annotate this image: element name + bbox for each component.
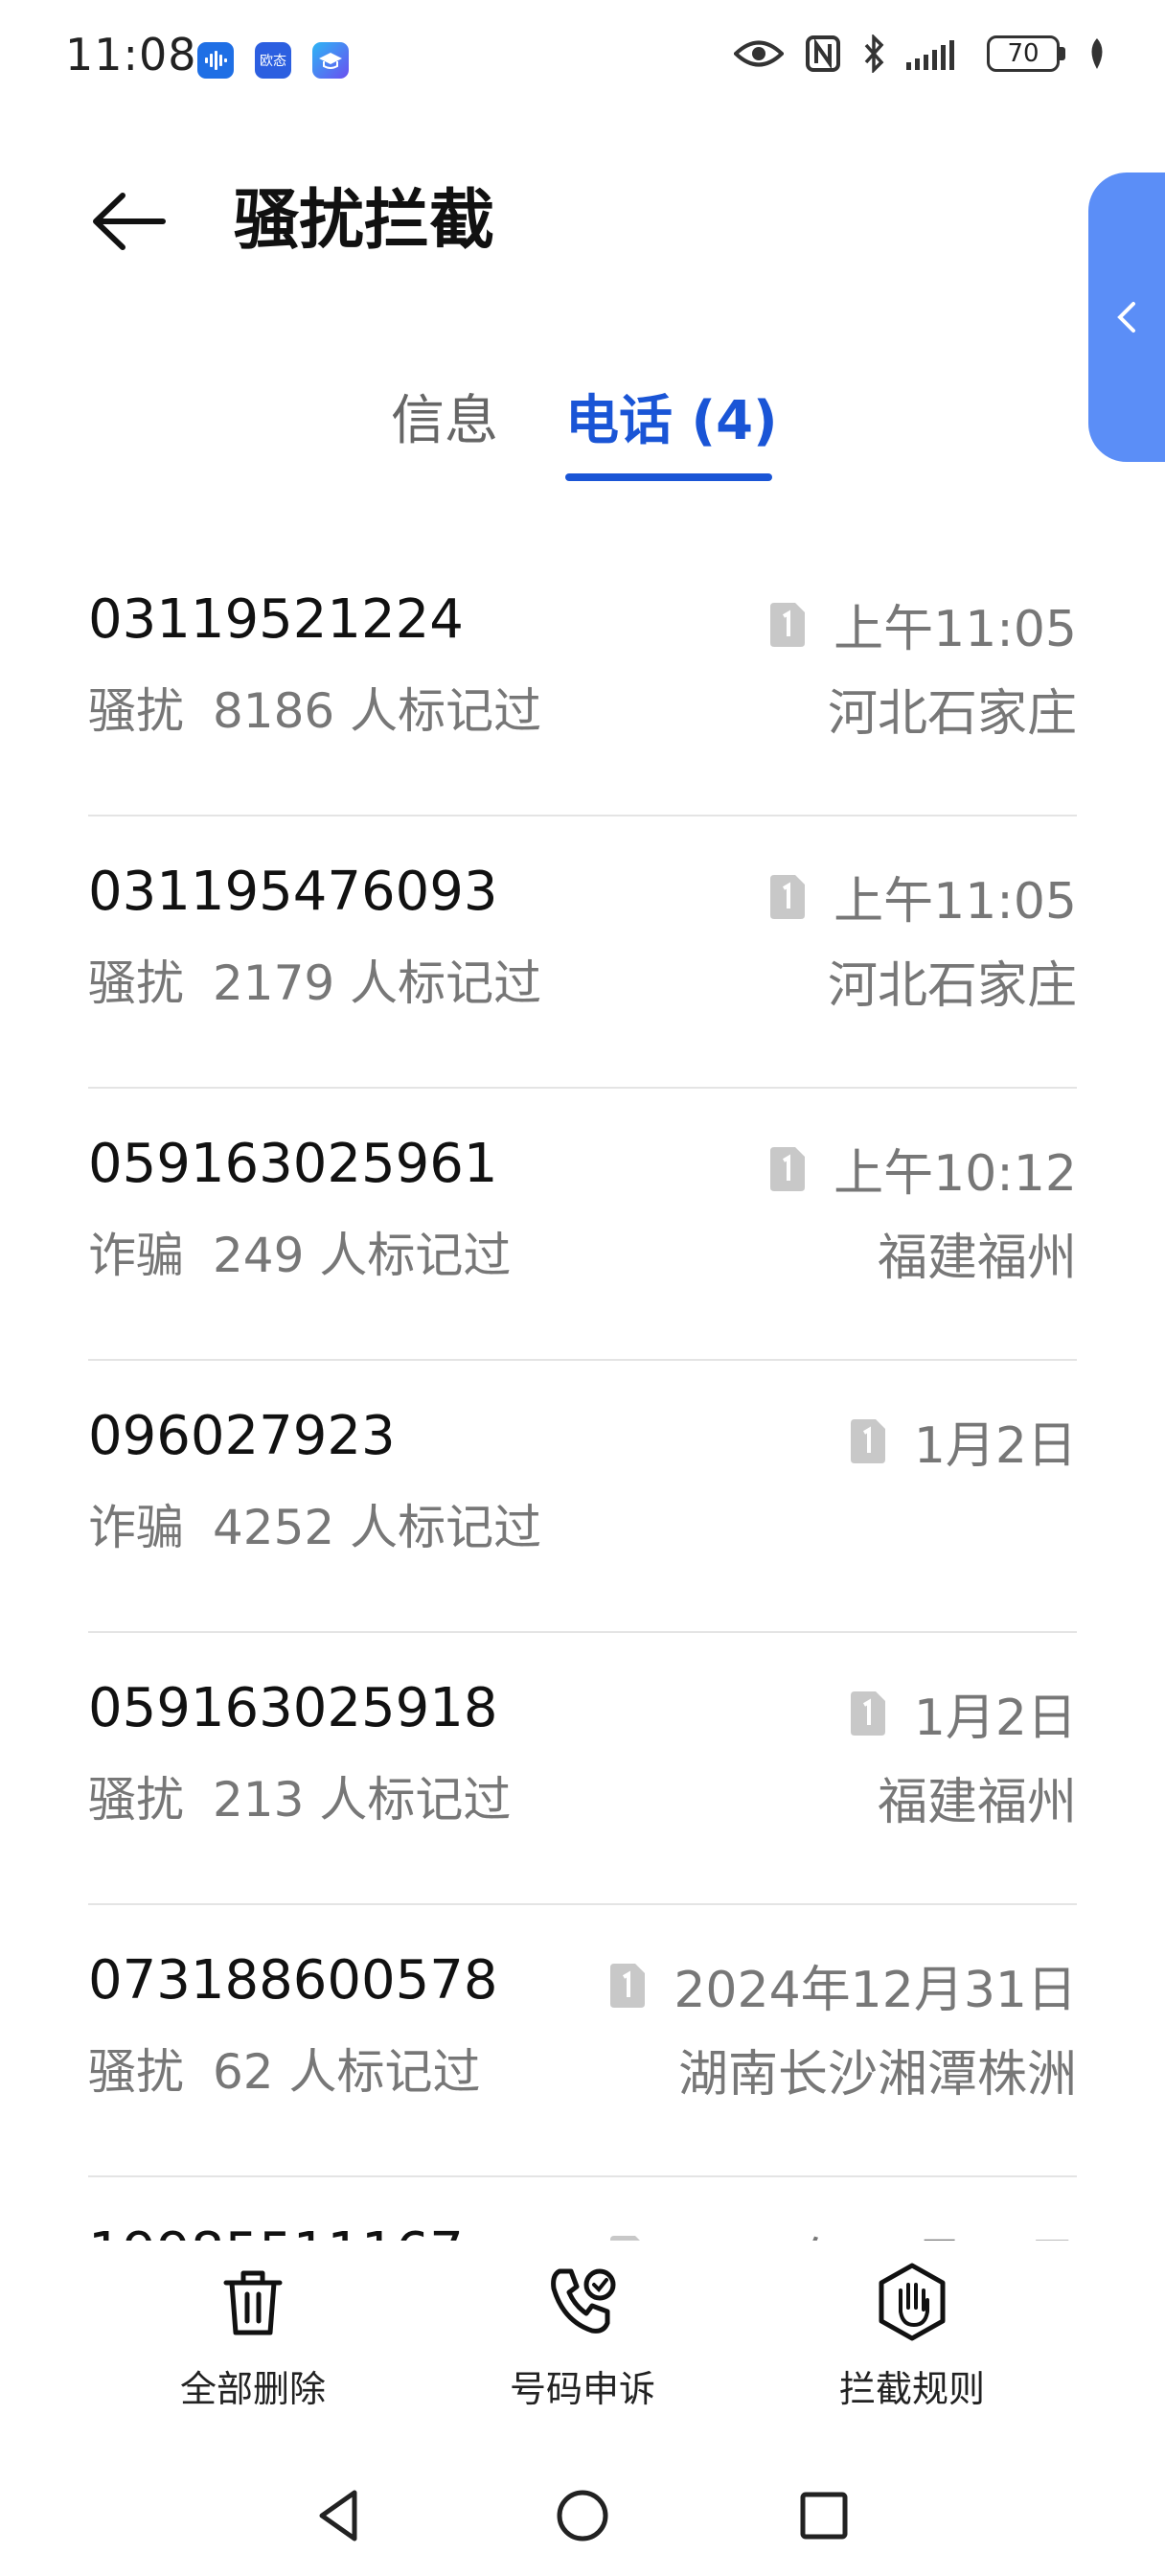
call-number: 073188600578 — [88, 1949, 498, 2012]
call-time: 上午11:05 — [834, 601, 1077, 658]
call-tag: 骚扰 — [88, 2044, 184, 2100]
trash-icon — [223, 2270, 283, 2335]
call-time: 2024年12月31日 — [674, 1962, 1077, 2019]
call-marked-count: 4252 人标记过 — [213, 1500, 542, 1555]
status-bar: 11:08 欧态 70 — [0, 0, 1165, 115]
tab-bar: 信息 电话 (4) — [0, 383, 1165, 489]
number-appeal-button[interactable]: 号码申诉 — [477, 2262, 688, 2412]
call-location: 河北石家庄 — [827, 685, 1077, 743]
status-time: 11:08 — [65, 29, 197, 80]
back-button[interactable] — [86, 178, 172, 264]
tab-messages[interactable]: 信息 — [391, 383, 498, 460]
call-tag: 诈骗 — [88, 1228, 184, 1283]
call-number: 059163025918 — [88, 1677, 498, 1739]
battery-level: 70 — [987, 35, 1060, 72]
education-app-icon — [312, 42, 349, 79]
call-number: 059163025961 — [88, 1133, 498, 1195]
chevron-left-icon — [1117, 302, 1135, 333]
blocked-call-list[interactable]: 03119521224 骚扰 8186 人标记过 上午11:05 河北石家庄 03… — [88, 544, 1077, 2241]
tab-calls[interactable]: 电话 (4) — [565, 383, 778, 460]
bottom-toolbar: 全部删除 号码申诉 拦截规则 — [0, 2262, 1165, 2434]
sim-card-1-icon — [610, 1963, 646, 2008]
status-indicators: 70 — [734, 34, 1108, 73]
signal-icon — [906, 40, 954, 70]
oushi-app-icon: 欧态 — [255, 42, 291, 79]
call-tag: 骚扰 — [88, 1772, 184, 1828]
delete-all-label: 全部删除 — [179, 2368, 326, 2410]
call-mark-info: 骚扰 8186 人标记过 — [88, 673, 541, 742]
block-rules-button[interactable]: 拦截规则 — [807, 2262, 1017, 2412]
call-time: 上午10:12 — [834, 1145, 1077, 1203]
bluetooth-icon — [864, 34, 884, 73]
system-navigation-bar — [0, 2468, 1165, 2564]
voice-app-icon — [197, 42, 234, 79]
call-tag: 诈骗 — [88, 1500, 184, 1555]
call-row[interactable]: 096027923 诈骗 4252 人标记过 1月2日 — [88, 1361, 1077, 1633]
call-time: 上午11:05 — [834, 873, 1077, 931]
call-tag: 骚扰 — [88, 955, 184, 1011]
call-time: 2024年12月30日 — [674, 2221, 1077, 2241]
call-row[interactable]: 03119521224 骚扰 8186 人标记过 上午11:05 河北石家庄 — [88, 544, 1077, 816]
call-number: 03119521224 — [88, 588, 464, 651]
call-row[interactable]: 031195476093 骚扰 2179 人标记过 上午11:05 河北石家庄 — [88, 816, 1077, 1089]
call-number: 19985511167 — [88, 2221, 464, 2241]
nav-home-icon[interactable] — [550, 2483, 615, 2548]
sim-card-1-icon — [850, 1690, 885, 1736]
call-mark-info: 骚扰 62 人标记过 — [88, 2034, 481, 2103]
call-tag: 骚扰 — [88, 683, 184, 739]
call-mark-info: 诈骗 249 人标记过 — [88, 1217, 511, 1286]
call-row[interactable]: 059163025918 骚扰 213 人标记过 1月2日 福建福州 — [88, 1633, 1077, 1905]
call-time: 1月2日 — [913, 1417, 1077, 1475]
sim-card-1-icon — [850, 1418, 885, 1463]
sim-card-1-icon — [610, 2235, 641, 2241]
call-mark-info: 骚扰 213 人标记过 — [88, 1761, 511, 1830]
power-saving-leaf-icon — [1091, 38, 1103, 69]
call-location: 福建福州 — [877, 1774, 1077, 1831]
sim-card-1-icon — [770, 874, 806, 919]
call-row[interactable]: 073188600578 骚扰 62 人标记过 2024年12月31日 湖南长沙湘… — [88, 1905, 1077, 2177]
call-time: 1月2日 — [913, 1690, 1077, 1747]
sim-card-1-icon — [770, 1146, 806, 1191]
back-arrow-icon — [93, 193, 166, 250]
active-tab-indicator — [565, 473, 772, 481]
nfc-icon — [806, 35, 840, 72]
hand-stop-icon — [879, 2263, 946, 2341]
sim-card-1-icon — [770, 602, 806, 647]
battery-indicator: 70 — [987, 35, 1065, 72]
call-location: 河北石家庄 — [827, 957, 1077, 1015]
number-appeal-label: 号码申诉 — [509, 2368, 655, 2410]
call-number: 096027923 — [88, 1405, 396, 1467]
status-app-icons: 欧态 — [197, 42, 349, 79]
call-mark-info: 诈骗 4252 人标记过 — [88, 1489, 541, 1558]
delete-all-button[interactable]: 全部删除 — [148, 2262, 358, 2412]
call-marked-count: 8186 人标记过 — [213, 683, 542, 739]
call-location: 湖南长沙湘潭株洲 — [677, 2046, 1077, 2104]
call-number: 031195476093 — [88, 861, 498, 923]
eye-icon — [734, 40, 784, 67]
call-marked-count: 213 人标记过 — [213, 1772, 512, 1828]
call-row[interactable]: 059163025961 诈骗 249 人标记过 上午10:12 福建福州 — [88, 1089, 1077, 1361]
nav-back-icon[interactable] — [307, 2483, 372, 2548]
call-mark-info: 骚扰 2179 人标记过 — [88, 945, 541, 1014]
call-marked-count: 249 人标记过 — [213, 1228, 512, 1283]
call-row[interactable]: 19985511167 2024年12月30日 — [88, 2177, 1077, 2241]
page-title: 骚扰拦截 — [234, 183, 495, 259]
call-marked-count: 62 人标记过 — [213, 2044, 481, 2100]
call-marked-count: 2179 人标记过 — [213, 955, 542, 1011]
block-rules-label: 拦截规则 — [838, 2368, 985, 2410]
call-location: 福建福州 — [877, 1230, 1077, 1287]
nav-recent-apps-icon[interactable] — [791, 2483, 857, 2548]
phone-appeal-icon — [551, 2268, 616, 2334]
